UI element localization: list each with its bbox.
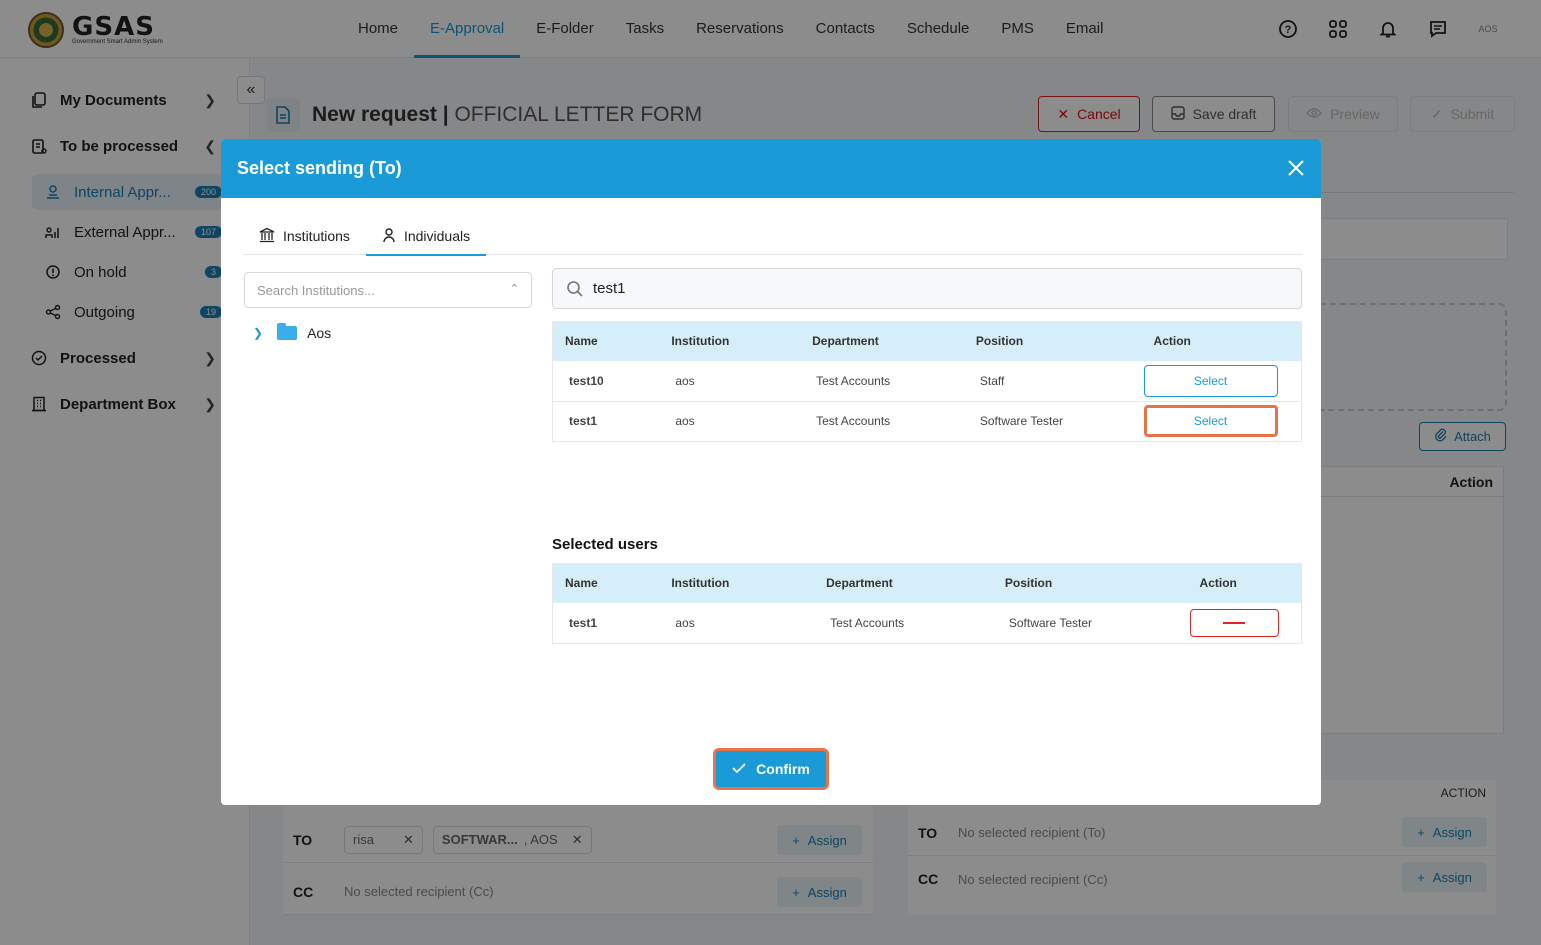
column-header: Position xyxy=(992,563,1188,603)
cell-institution: aos xyxy=(659,361,801,402)
confirm-button[interactable]: Confirm xyxy=(713,748,829,790)
select-user-button[interactable]: Select xyxy=(1143,364,1278,397)
tab-institutions[interactable]: Institutions xyxy=(243,217,366,255)
institution-icon xyxy=(259,227,275,246)
column-header: Department xyxy=(814,563,993,603)
close-icon[interactable] xyxy=(1287,159,1305,177)
tree-node-aos[interactable]: ❯ Aos xyxy=(253,323,331,341)
column-header: Institution xyxy=(659,321,801,361)
cell-name: test10 xyxy=(552,361,660,402)
search-results-table: Name Institution Department Position Act… xyxy=(552,321,1302,442)
search-icon xyxy=(567,281,583,297)
user-icon xyxy=(382,227,396,246)
selected-users-table: Name Institution Department Position Act… xyxy=(552,563,1302,644)
modal-title: Select sending (To) xyxy=(237,158,402,178)
institution-search-select[interactable]: Search Institutions... ⌃ xyxy=(244,272,532,308)
user-search-input[interactable]: test1 xyxy=(552,268,1302,309)
cell-position: Staff xyxy=(963,361,1142,402)
remove-user-button[interactable] xyxy=(1189,608,1279,637)
column-header: Department xyxy=(800,321,964,361)
cell-position: Software Tester xyxy=(963,401,1142,442)
table-row: test1 aos Test Accounts Software Tester … xyxy=(552,401,1302,442)
cell-name: test1 xyxy=(552,401,660,442)
column-header: Position xyxy=(963,321,1142,361)
column-header: Institution xyxy=(659,563,815,603)
modal-header: Select sending (To) xyxy=(221,139,1321,198)
cell-department: Test Accounts xyxy=(800,401,964,442)
cell-institution: aos xyxy=(659,401,801,442)
column-header: Action xyxy=(1141,321,1302,361)
column-header: Name xyxy=(552,563,660,603)
cell-department: Test Accounts xyxy=(800,361,964,402)
minus-icon xyxy=(1223,621,1246,624)
select-user-button[interactable]: Select xyxy=(1143,405,1278,437)
table-row: test10 aos Test Accounts Staff Select xyxy=(552,361,1302,402)
table-row: test1 aos Test Accounts Software Tester xyxy=(552,603,1302,644)
column-header: Name xyxy=(552,321,660,361)
cell-institution: aos xyxy=(659,603,815,644)
folder-icon xyxy=(277,323,298,340)
chevron-up-down-icon: ⌃ xyxy=(509,283,519,295)
column-header: Action xyxy=(1187,563,1302,603)
cell-position: Software Tester xyxy=(992,603,1188,644)
check-icon xyxy=(732,761,746,777)
chevron-right-icon[interactable]: ❯ xyxy=(253,326,263,340)
select-recipient-modal: Select sending (To) Institutions Individ… xyxy=(221,139,1321,805)
cell-department: Test Accounts xyxy=(814,603,993,644)
modal-tabs: Institutions Individuals xyxy=(243,217,1303,256)
tab-individuals[interactable]: Individuals xyxy=(365,217,487,256)
cell-name: test1 xyxy=(552,603,660,644)
selected-users-title: Selected users xyxy=(552,536,658,553)
